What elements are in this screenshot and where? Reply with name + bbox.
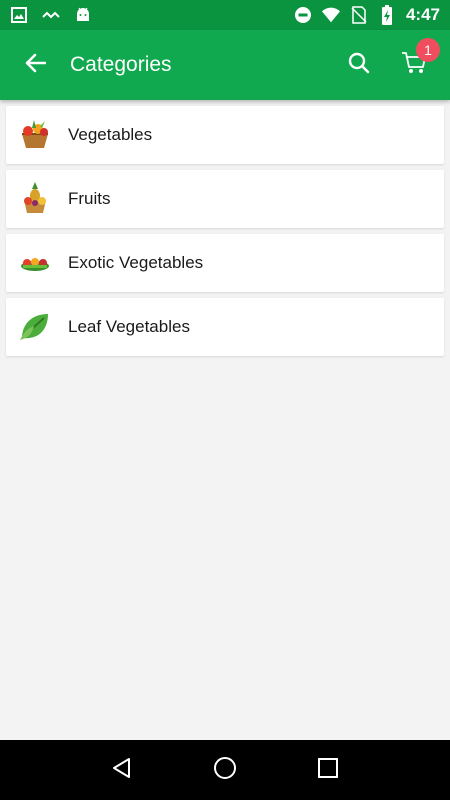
- status-time: 4:47: [405, 5, 440, 24]
- cart-button[interactable]: 1: [384, 30, 444, 100]
- exotic-vegetables-icon: [18, 246, 52, 280]
- battery-charging-icon: [378, 5, 396, 25]
- nav-home-button[interactable]: [205, 750, 245, 790]
- category-item-leaf-vegetables[interactable]: Leaf Vegetables: [6, 298, 444, 356]
- android-icon: [74, 6, 92, 24]
- swap-icon: [42, 6, 60, 24]
- page-title: Categories: [70, 53, 172, 76]
- wifi-icon: [321, 6, 340, 24]
- navigation-bar: [0, 740, 450, 800]
- no-sim-icon: [350, 6, 368, 24]
- category-label: Fruits: [68, 189, 111, 208]
- nav-back-icon: [111, 757, 133, 784]
- category-list: Vegetables Fruits Exotic Vegetables Leaf…: [6, 106, 444, 362]
- category-item-vegetables[interactable]: Vegetables: [6, 106, 444, 164]
- nav-home-icon: [213, 756, 237, 785]
- nav-recents-icon: [317, 757, 339, 784]
- category-item-fruits[interactable]: Fruits: [6, 170, 444, 228]
- category-item-exotic-vegetables[interactable]: Exotic Vegetables: [6, 234, 444, 292]
- image-icon: [10, 6, 28, 24]
- search-button[interactable]: [334, 30, 384, 100]
- nav-back-button[interactable]: [102, 750, 142, 790]
- category-label: Vegetables: [68, 125, 153, 144]
- nav-recents-button[interactable]: [308, 750, 348, 790]
- do-not-disturb-icon: [294, 6, 312, 24]
- fruit-basket-icon: [18, 182, 52, 216]
- category-label: Leaf Vegetables: [68, 317, 190, 336]
- category-label: Exotic Vegetables: [68, 253, 204, 272]
- status-bar: 4:47: [0, 0, 450, 30]
- search-icon: [348, 52, 370, 79]
- leaf-vegetables-icon: [18, 310, 52, 344]
- arrow-left-icon: [24, 53, 47, 78]
- app-bar: Categories 1: [0, 30, 450, 100]
- back-button[interactable]: [0, 30, 70, 100]
- vegetable-basket-icon: [18, 118, 52, 152]
- cart-count-badge: 1: [416, 38, 440, 62]
